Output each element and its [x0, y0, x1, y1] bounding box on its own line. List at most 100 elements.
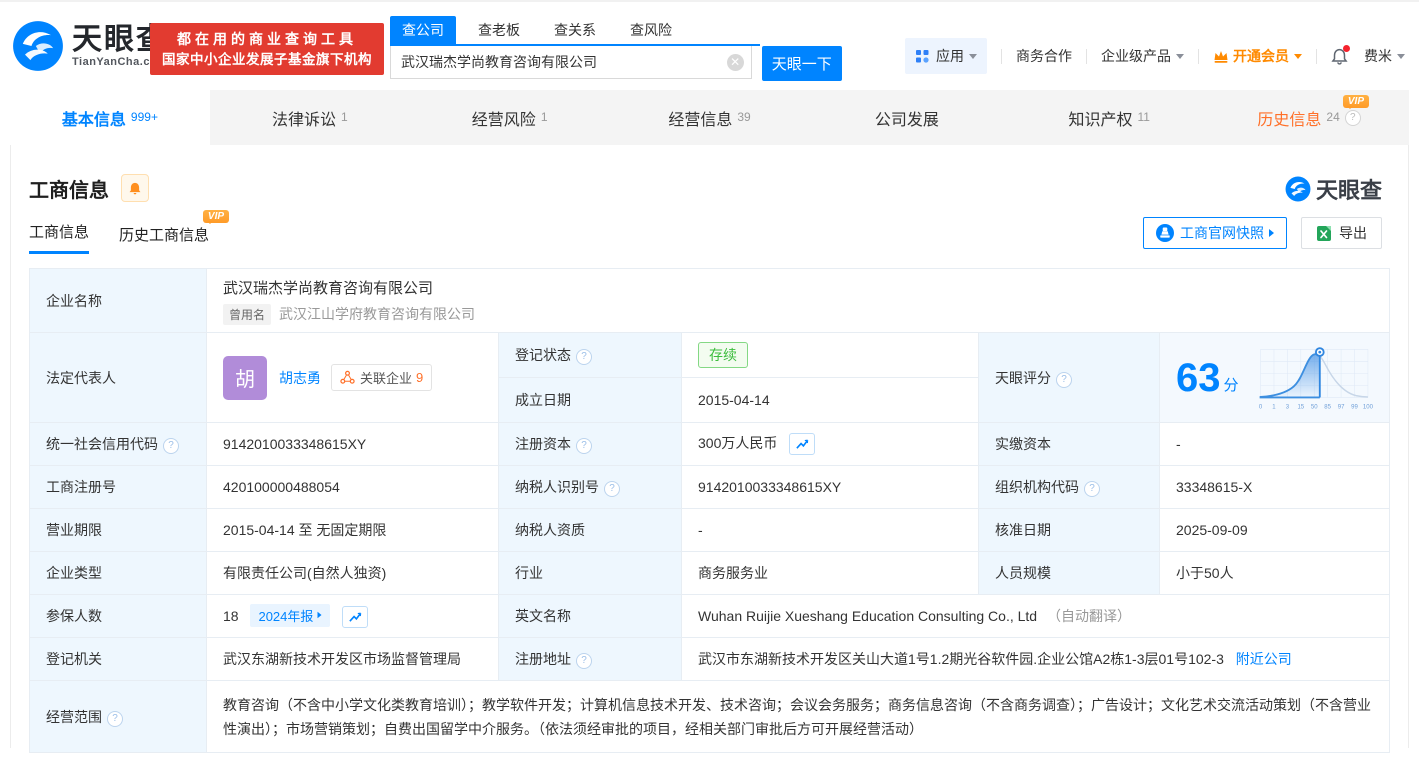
svg-text:97: 97	[1337, 404, 1344, 410]
field-label: 实缴资本	[995, 436, 1051, 452]
chevron-down-icon	[1294, 53, 1302, 59]
field-label: 纳税人资质	[515, 522, 585, 538]
tab-history-info[interactable]: VIP 历史信息 24 ?	[1209, 90, 1409, 145]
registration-authority: 武汉东湖新技术开发区市场监督管理局	[223, 651, 461, 667]
field-label: 成立日期	[515, 392, 571, 408]
vip-badge: VIP	[202, 210, 230, 224]
help-icon[interactable]: ?	[576, 438, 592, 454]
main-tabbar: 基本信息 999+ 法律诉讼 1 经营风险 1 经营信息 39 公司发展 知识产权 11 …	[10, 90, 1409, 145]
related-companies-badge[interactable]: 关联企业 9	[331, 364, 433, 391]
search-button[interactable]: 天眼一下	[761, 46, 842, 81]
help-icon[interactable]: ?	[576, 349, 592, 365]
nav-user[interactable]: 费米	[1364, 46, 1405, 66]
subscribe-bell-icon[interactable]	[121, 174, 149, 202]
search-input[interactable]	[390, 46, 752, 79]
help-icon[interactable]: ?	[1056, 371, 1072, 388]
field-label: 工商注册号	[46, 479, 116, 495]
search-tab-relation[interactable]: 查关系	[542, 16, 608, 44]
svg-text:15: 15	[1297, 404, 1304, 410]
table-row: 统一社会信用代码? 9142010033348615XY 注册资本? 300万人…	[29, 422, 1390, 466]
field-label: 营业期限	[46, 522, 102, 538]
vip-badge: VIP	[1342, 95, 1370, 109]
table-row: 参保人数 18 2024年报 英文名称 Wuhan Ruijie Xueshan…	[29, 594, 1390, 638]
field-label: 行业	[515, 565, 543, 581]
svg-text:0: 0	[1258, 404, 1262, 410]
nearby-companies-link[interactable]: 附近公司	[1236, 651, 1292, 667]
subtab-history-business-info[interactable]: 历史工商信息 VIP	[119, 210, 230, 254]
legal-representative-link[interactable]: 胡志勇	[279, 368, 321, 388]
field-label: 人员规模	[995, 565, 1051, 581]
nav-business-cooperation[interactable]: 商务合作	[1016, 46, 1072, 66]
chevron-down-icon	[1176, 53, 1184, 59]
network-icon	[340, 370, 355, 384]
former-name: 武汉江山学府教育咨询有限公司	[279, 306, 476, 322]
subtab-business-info[interactable]: 工商信息	[29, 221, 90, 254]
search-tab-boss[interactable]: 查老板	[466, 16, 532, 44]
search-tabs: 查公司 查老板 查关系 查风险	[390, 16, 760, 46]
field-label: 经营范围	[46, 708, 102, 725]
help-icon[interactable]: ?	[576, 653, 592, 669]
tianyancha-logo[interactable]: 天眼查 TianYanCha.com	[12, 20, 168, 72]
divider	[1086, 48, 1087, 64]
tianyan-score-unit: 分	[1223, 377, 1239, 394]
official-snapshot-button[interactable]: 工商官网快照	[1143, 217, 1287, 249]
tab-intellectual-property[interactable]: 知识产权 11	[1009, 90, 1209, 145]
search-tab-company[interactable]: 查公司	[390, 16, 456, 44]
field-label: 法定代表人	[46, 369, 116, 386]
english-name: Wuhan Ruijie Xueshang Education Consulti…	[698, 608, 1038, 624]
export-button[interactable]: 导出	[1301, 217, 1382, 249]
business-info-section: 工商信息 天眼查 工商信息 历史工商信息 VIP 工商官网快照 导出 企业名称 …	[10, 145, 1409, 753]
annual-report-badge[interactable]: 2024年报	[250, 603, 331, 627]
capital-trend-chart-icon[interactable]	[789, 433, 816, 456]
uscc-value: 9142010033348615XY	[223, 436, 367, 452]
help-icon[interactable]: ?	[604, 481, 620, 497]
svg-text:1: 1	[1272, 404, 1276, 410]
header-nav: 应用 商务合作 企业级产品 开通会员 费米	[905, 38, 1405, 74]
approval-date: 2025-09-09	[1176, 522, 1248, 538]
tab-legal-proceedings[interactable]: 法律诉讼 1	[210, 90, 410, 145]
search-area: 查公司 查老板 查关系 查风险 ✕ 天眼一下	[390, 16, 842, 81]
divider	[1316, 48, 1317, 64]
table-row: 法定代表人 胡 胡志勇 关联企业 9 登记状态 ? 存续 天眼评分 ? 63 分…	[29, 332, 1390, 423]
excel-icon	[1317, 225, 1331, 241]
avatar[interactable]: 胡	[223, 355, 267, 400]
chevron-down-icon	[1397, 53, 1405, 59]
tab-company-development[interactable]: 公司发展	[809, 90, 1009, 145]
registered-address: 武汉市东湖新技术开发区关山大道1号1.2期光谷软件园.企业公馆A2栋1-3层01…	[698, 651, 1224, 667]
field-label: 注册资本	[515, 436, 571, 452]
establish-date: 2015-04-14	[698, 392, 770, 408]
clear-search-icon[interactable]: ✕	[726, 54, 744, 71]
svg-text:100: 100	[1362, 404, 1373, 410]
tab-operating-risk[interactable]: 经营风险 1	[410, 90, 610, 145]
tianyan-score-value: 63	[1176, 355, 1221, 400]
table-row: 营业期限 2015-04-14 至 无固定期限 纳税人资质 - 核准日期 202…	[29, 508, 1390, 552]
field-label: 参保人数	[46, 608, 102, 624]
table-row: 企业名称 武汉瑞杰学尚教育咨询有限公司 曾用名 武汉江山学府教育咨询有限公司	[29, 268, 1390, 333]
help-icon[interactable]: ?	[107, 710, 123, 727]
chevron-right-icon	[1269, 229, 1274, 237]
insured-trend-chart-icon[interactable]	[342, 606, 369, 629]
staff-size: 小于50人	[1176, 565, 1234, 581]
registered-capital: 300万人民币	[698, 434, 778, 451]
industry: 商务服务业	[698, 565, 768, 581]
status-badge: 存续	[698, 342, 748, 368]
nav-open-vip[interactable]: 开通会员	[1213, 46, 1302, 66]
svg-text:85: 85	[1324, 404, 1331, 410]
auto-translate-note: （自动翻译）	[1046, 608, 1131, 624]
tianyancha-logo-icon	[13, 21, 63, 71]
promo-banner-line2: 国家中小企业发展子基金旗下机构	[162, 52, 372, 67]
business-term: 2015-04-14 至 无固定期限	[223, 522, 387, 538]
notification-dot	[1343, 44, 1350, 52]
help-icon[interactable]: ?	[1084, 481, 1100, 497]
search-tab-risk[interactable]: 查风险	[618, 16, 684, 44]
nav-apps[interactable]: 应用	[905, 38, 987, 74]
svg-text:99: 99	[1351, 404, 1358, 410]
nav-enterprise-products[interactable]: 企业级产品	[1101, 46, 1184, 66]
tab-operating-info[interactable]: 经营信息 39	[610, 90, 810, 145]
help-icon[interactable]: ?	[163, 438, 179, 454]
notification-bell-icon[interactable]	[1331, 44, 1350, 65]
field-label: 组织机构代码	[995, 479, 1079, 495]
score-distribution-chart: 0 1 3 15 50 85 97 99 100	[1258, 346, 1373, 410]
field-label: 核准日期	[995, 522, 1051, 538]
tab-basic-info[interactable]: 基本信息 999+	[10, 90, 210, 145]
